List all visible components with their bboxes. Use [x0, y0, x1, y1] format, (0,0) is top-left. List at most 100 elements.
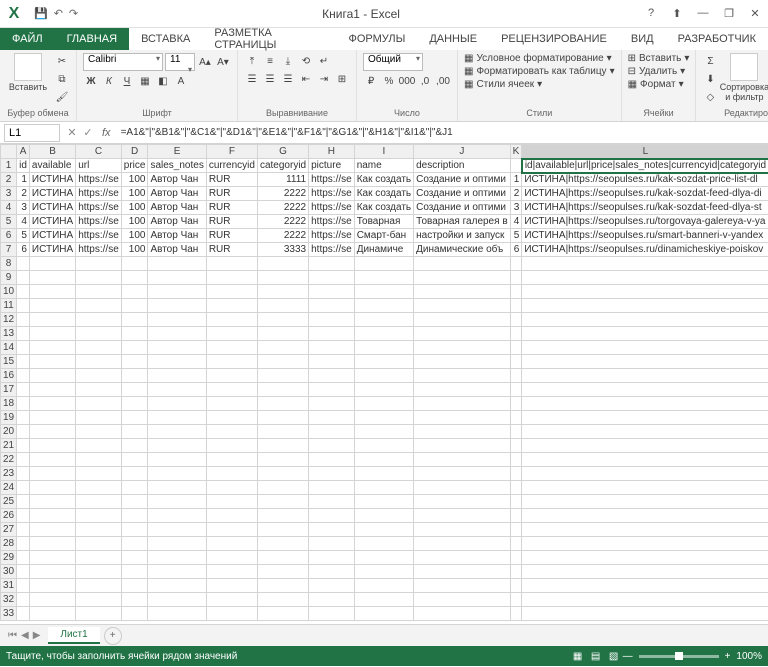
cell-J27[interactable] — [414, 523, 511, 537]
cell-I21[interactable] — [354, 439, 413, 453]
cell-A24[interactable] — [17, 481, 30, 495]
cell-K9[interactable] — [510, 271, 522, 285]
cell-L6[interactable]: ИСТИНА|https://seopulses.ru/smart-banner… — [522, 229, 768, 243]
cell-H25[interactable] — [309, 495, 355, 509]
cell-E16[interactable] — [148, 369, 206, 383]
cell-F33[interactable] — [206, 607, 257, 621]
row-header-6[interactable]: 6 — [1, 229, 17, 243]
cell-J22[interactable] — [414, 453, 511, 467]
cell-B8[interactable] — [29, 257, 75, 271]
cell-A21[interactable] — [17, 439, 30, 453]
cell-D11[interactable] — [121, 299, 148, 313]
cell-I7[interactable]: Динамиче — [354, 243, 413, 257]
cell-E31[interactable] — [148, 579, 206, 593]
cell-C6[interactable]: https://se — [76, 229, 122, 243]
insert-cells-button[interactable]: ⊞Вставить▾ — [628, 53, 690, 64]
row-header-25[interactable]: 25 — [1, 495, 17, 509]
cell-E15[interactable] — [148, 355, 206, 369]
cell-D26[interactable] — [121, 509, 148, 523]
border-icon[interactable]: ▦ — [137, 73, 153, 89]
col-header-C[interactable]: C — [76, 145, 122, 159]
cell-G1[interactable]: categoryid — [257, 159, 308, 173]
cell-C24[interactable] — [76, 481, 122, 495]
cell-K20[interactable] — [510, 425, 522, 439]
cell-D33[interactable] — [121, 607, 148, 621]
cell-L16[interactable] — [522, 369, 768, 383]
cell-J33[interactable] — [414, 607, 511, 621]
cell-A5[interactable]: 4 — [17, 215, 30, 229]
cell-C15[interactable] — [76, 355, 122, 369]
cell-H8[interactable] — [309, 257, 355, 271]
cell-C5[interactable]: https://se — [76, 215, 122, 229]
cell-L18[interactable] — [522, 397, 768, 411]
copy-icon[interactable]: ⧉ — [54, 71, 70, 87]
cell-K13[interactable] — [510, 327, 522, 341]
cell-J7[interactable]: Динамические объ — [414, 243, 511, 257]
cell-D30[interactable] — [121, 565, 148, 579]
cell-J10[interactable] — [414, 285, 511, 299]
align-bottom-icon[interactable]: ⤓ — [280, 53, 296, 69]
row-header-32[interactable]: 32 — [1, 593, 17, 607]
col-header-H[interactable]: H — [309, 145, 355, 159]
name-box[interactable]: L1 — [4, 124, 60, 142]
cell-E1[interactable]: sales_notes — [148, 159, 206, 173]
cell-L20[interactable] — [522, 425, 768, 439]
cell-G2[interactable]: 1111 — [257, 173, 308, 187]
cell-F2[interactable]: RUR — [206, 173, 257, 187]
cell-L28[interactable] — [522, 537, 768, 551]
cut-icon[interactable]: ✂ — [54, 53, 70, 69]
cell-C17[interactable] — [76, 383, 122, 397]
cell-J5[interactable]: Товарная галерея в — [414, 215, 511, 229]
cell-B17[interactable] — [29, 383, 75, 397]
cell-H29[interactable] — [309, 551, 355, 565]
cell-H22[interactable] — [309, 453, 355, 467]
cell-L1[interactable]: id|available|url|price|sales_notes|curre… — [522, 159, 768, 173]
cell-B13[interactable] — [29, 327, 75, 341]
cell-H17[interactable] — [309, 383, 355, 397]
format-as-table-button[interactable]: ▦Форматировать как таблицу▾ — [464, 66, 615, 77]
cell-H9[interactable] — [309, 271, 355, 285]
tab-главная[interactable]: ГЛАВНАЯ — [55, 28, 129, 50]
percent-icon[interactable]: % — [381, 73, 397, 89]
cell-F9[interactable] — [206, 271, 257, 285]
cell-G31[interactable] — [257, 579, 308, 593]
cell-F11[interactable] — [206, 299, 257, 313]
cell-L24[interactable] — [522, 481, 768, 495]
cell-D32[interactable] — [121, 593, 148, 607]
row-header-12[interactable]: 12 — [1, 313, 17, 327]
cell-G14[interactable] — [257, 341, 308, 355]
cell-H23[interactable] — [309, 467, 355, 481]
cell-K3[interactable]: 2 — [510, 187, 522, 201]
cell-E21[interactable] — [148, 439, 206, 453]
cell-K29[interactable] — [510, 551, 522, 565]
cell-L19[interactable] — [522, 411, 768, 425]
row-header-18[interactable]: 18 — [1, 397, 17, 411]
cell-I13[interactable] — [354, 327, 413, 341]
cell-J30[interactable] — [414, 565, 511, 579]
cell-K19[interactable] — [510, 411, 522, 425]
cell-J20[interactable] — [414, 425, 511, 439]
sort-filter-button[interactable]: Сортировка и фильтр — [722, 53, 766, 103]
cell-B4[interactable]: ИСТИНА — [29, 201, 75, 215]
cell-F28[interactable] — [206, 537, 257, 551]
cell-K8[interactable] — [510, 257, 522, 271]
cell-I20[interactable] — [354, 425, 413, 439]
close-icon[interactable]: ✕ — [742, 7, 768, 20]
cell-B31[interactable] — [29, 579, 75, 593]
cell-I25[interactable] — [354, 495, 413, 509]
cell-K2[interactable]: 1 — [510, 173, 522, 187]
cell-D22[interactable] — [121, 453, 148, 467]
cell-E28[interactable] — [148, 537, 206, 551]
cell-H12[interactable] — [309, 313, 355, 327]
cell-H14[interactable] — [309, 341, 355, 355]
row-header-19[interactable]: 19 — [1, 411, 17, 425]
cell-J6[interactable]: настройки и запуск — [414, 229, 511, 243]
paste-button[interactable]: Вставить — [6, 53, 50, 93]
cell-K12[interactable] — [510, 313, 522, 327]
cell-A29[interactable] — [17, 551, 30, 565]
cell-L32[interactable] — [522, 593, 768, 607]
cell-I29[interactable] — [354, 551, 413, 565]
cell-L22[interactable] — [522, 453, 768, 467]
row-header-11[interactable]: 11 — [1, 299, 17, 313]
cell-H24[interactable] — [309, 481, 355, 495]
